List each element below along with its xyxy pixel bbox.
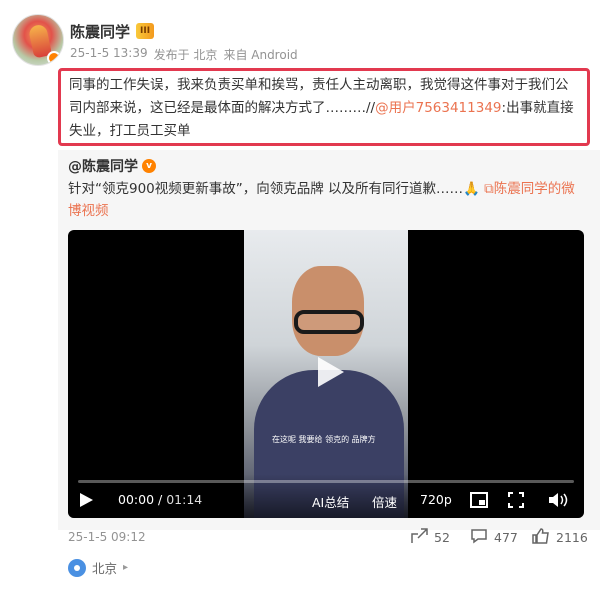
video-link-icon: ⧉ — [484, 181, 494, 197]
post-header: 陈震同学 III 25-1-5 13:39 发布于 北京 来自 Android … — [0, 0, 600, 150]
avatar[interactable] — [12, 14, 64, 66]
location-row[interactable]: 北京 ▸ — [68, 558, 128, 577]
location-pin-icon — [68, 558, 86, 577]
fullscreen-icon[interactable] — [508, 492, 524, 508]
repost-text: 针对“领克900视频更新事故”，向领克品牌 以及所有同行道歉……🙏 ⧉陈震同学的… — [68, 178, 588, 222]
repost-count-value: 52 — [434, 530, 450, 545]
repost-author-name[interactable]: @陈震同学 — [68, 156, 138, 176]
ai-summary-button[interactable]: AI总结 — [312, 492, 349, 511]
video-player[interactable]: 在这呢 我要给 领克的 品牌方 00:00 / 01:14 AI总结 倍速 72… — [68, 230, 584, 518]
user-mention-link[interactable]: @用户7563411349 — [375, 100, 501, 116]
author-name[interactable]: 陈震同学 — [70, 21, 130, 42]
time-display: 00:00 / 01:14 — [118, 492, 203, 507]
like-count-value: 2116 — [556, 530, 588, 545]
location-label: 北京 — [92, 561, 118, 576]
current-time: 00:00 — [118, 492, 155, 507]
pip-icon[interactable] — [470, 492, 488, 508]
post-location: 发布于 北京 — [153, 48, 218, 62]
repost-body: 针对“领克900视频更新事故”，向领克品牌 以及所有同行道歉……🙏 — [68, 181, 480, 197]
post-meta: 25-1-5 13:39 发布于 北京 来自 Android — [70, 46, 298, 63]
post-timestamp[interactable]: 25-1-5 13:39 — [70, 46, 148, 63]
comment-icon — [470, 528, 488, 547]
comment-count[interactable]: 477 — [470, 528, 518, 547]
quality-button[interactable]: 720p — [420, 492, 452, 507]
play-overlay-icon[interactable] — [308, 352, 348, 392]
like-icon — [532, 528, 550, 547]
video-subtitle: 在这呢 我要给 领克的 品牌方 — [272, 435, 376, 444]
like-count[interactable]: 2116 — [532, 528, 588, 547]
vip-badge-icon[interactable]: III — [136, 23, 155, 39]
chevron-right-icon: ▸ — [123, 562, 129, 573]
duration: 01:14 — [166, 492, 203, 507]
post-source: 来自 Android — [223, 48, 298, 62]
video-controls: 00:00 / 01:14 AI总结 倍速 720p — [68, 474, 584, 518]
repost-timestamp[interactable]: 25-1-5 09:12 — [68, 530, 146, 544]
verified-icon: v — [142, 159, 156, 173]
post-text-highlighted: 同事的工作失误，我来负责买单和挨骂，责任人主动离职，我觉得这件事对于我们公司内部… — [58, 68, 590, 146]
volume-icon[interactable] — [548, 492, 568, 508]
comment-count-value: 477 — [494, 530, 518, 545]
progress-bar[interactable] — [78, 480, 574, 483]
share-icon — [410, 528, 428, 547]
repost-author-row: @陈震同学 v — [68, 156, 156, 176]
speed-button[interactable]: 倍速 — [372, 492, 397, 511]
play-icon[interactable] — [78, 492, 94, 508]
verified-icon — [47, 51, 61, 65]
author-row: 陈震同学 III — [70, 20, 155, 42]
reposted-content: @陈震同学 v 针对“领克900视频更新事故”，向领克品牌 以及所有同行道歉……… — [58, 150, 600, 530]
repost-count[interactable]: 52 — [410, 528, 450, 547]
glasses — [294, 310, 364, 334]
